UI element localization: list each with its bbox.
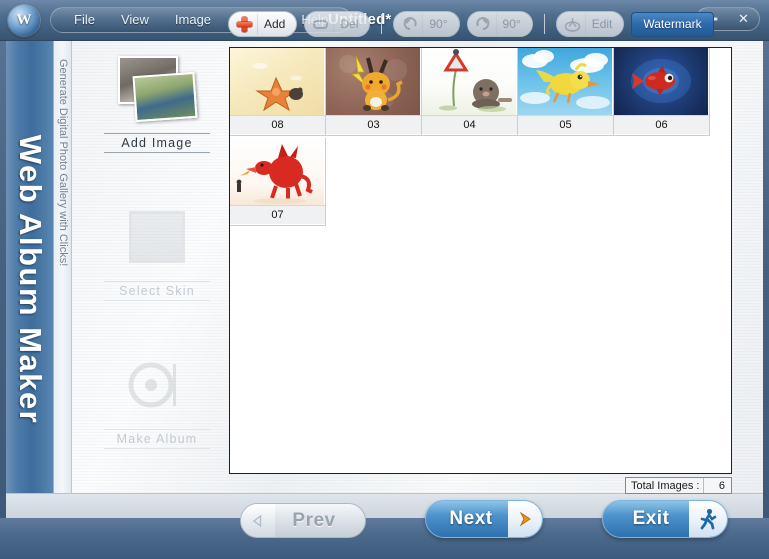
step-select-skin-label: Select Skin — [104, 281, 210, 301]
skin-swatch-icon — [96, 196, 218, 278]
total-images-value: 6 — [718, 479, 725, 492]
menu-item-image[interactable]: Image — [162, 8, 224, 32]
tagline-stripe: Generate Digital Photo Gallery with Clic… — [54, 41, 72, 518]
rotate-right-button[interactable]: 90° — [466, 11, 533, 37]
palette-icon — [560, 14, 586, 34]
thumbnail-caption: 04 — [422, 115, 517, 134]
prev-button-label: Prev — [292, 509, 336, 531]
rotate-left-label: 90° — [429, 17, 448, 31]
add-button[interactable]: Add — [228, 11, 298, 37]
menu-item-view[interactable]: View — [108, 8, 162, 32]
edit-button-label: Edit — [591, 17, 613, 31]
step-add-image-label: Add Image — [104, 133, 210, 153]
thumbnail-item[interactable]: 07 — [230, 138, 326, 226]
thumbnail-caption: 07 — [230, 205, 325, 224]
step-make-album-label: Make Album — [104, 429, 210, 449]
watermark-button-label: Watermark — [643, 17, 702, 31]
eraser-icon — [308, 14, 334, 34]
thumbnail-image — [326, 48, 420, 115]
running-person-icon — [689, 501, 727, 537]
album-disc-icon — [96, 344, 218, 426]
brand-tagline: Generate Digital Photo Gallery with Clic… — [57, 59, 69, 267]
rotate-right-label: 90° — [502, 17, 521, 31]
prev-button[interactable]: Prev — [240, 503, 366, 538]
brand-stripe: Web Album Maker — [6, 41, 54, 518]
total-images-field: Total Images : 6 — [625, 477, 732, 494]
close-button[interactable]: ✕ — [733, 9, 755, 29]
delete-button[interactable]: Del — [304, 11, 371, 37]
chevron-left-icon — [241, 504, 275, 537]
thumbnail-item[interactable]: 05 — [518, 48, 614, 136]
thumbnail-panel[interactable]: 08 03 04 05 06 07 — [229, 47, 732, 474]
thumbnail-item[interactable]: 03 — [326, 48, 422, 136]
menu-item-file[interactable]: File — [61, 8, 108, 32]
toolbar: Add Del 90° 90° Edit Watermark — [228, 9, 714, 39]
exit-button[interactable]: Exit — [602, 500, 728, 538]
delete-button-label: Del — [340, 17, 359, 31]
step-make-album[interactable]: Make Album — [96, 344, 218, 449]
next-button-label: Next — [449, 508, 493, 529]
thumbnail-caption: 05 — [518, 115, 613, 134]
thumbnail-image — [422, 48, 516, 115]
chevron-right-icon — [508, 501, 542, 537]
rotate-counterclockwise-icon — [397, 14, 423, 34]
thumbnail-grid: 08 03 04 05 06 07 — [230, 48, 731, 228]
total-images-label: Total Images : — [631, 479, 700, 492]
thumbnail-image — [518, 48, 612, 115]
watermark-button[interactable]: Watermark — [631, 11, 714, 37]
edit-button[interactable]: Edit — [555, 11, 625, 37]
thumbnail-item[interactable]: 04 — [422, 48, 518, 136]
rotate-left-button[interactable]: 90° — [393, 11, 460, 37]
photo-stack-icon — [96, 48, 218, 130]
application-window: W File View Image Option Help Untitled* … — [0, 0, 769, 559]
step-add-image[interactable]: Add Image — [96, 48, 218, 153]
next-button[interactable]: Next — [425, 500, 543, 538]
step-select-skin[interactable]: Select Skin — [96, 196, 218, 301]
add-button-label: Add — [264, 17, 286, 31]
rotate-clockwise-icon — [471, 14, 497, 34]
exit-button-label: Exit — [632, 508, 670, 529]
thumbnail-image — [230, 48, 324, 115]
thumbnail-image — [230, 138, 324, 205]
plus-icon — [232, 14, 258, 34]
thumbnail-caption: 06 — [614, 115, 709, 134]
step-rail: Add Image Select Skin Make Album — [96, 48, 218, 449]
thumbnail-item[interactable]: 08 — [230, 48, 326, 136]
app-logo-icon: W — [8, 5, 40, 36]
thumbnail-caption: 03 — [326, 115, 421, 134]
thumbnail-item[interactable]: 06 — [614, 48, 710, 136]
toolbar-separator-2 — [543, 14, 545, 34]
thumbnail-caption: 08 — [230, 115, 325, 134]
brand-name: Web Album Maker — [13, 134, 48, 425]
toolbar-separator — [381, 14, 383, 34]
thumbnail-image — [614, 48, 708, 115]
